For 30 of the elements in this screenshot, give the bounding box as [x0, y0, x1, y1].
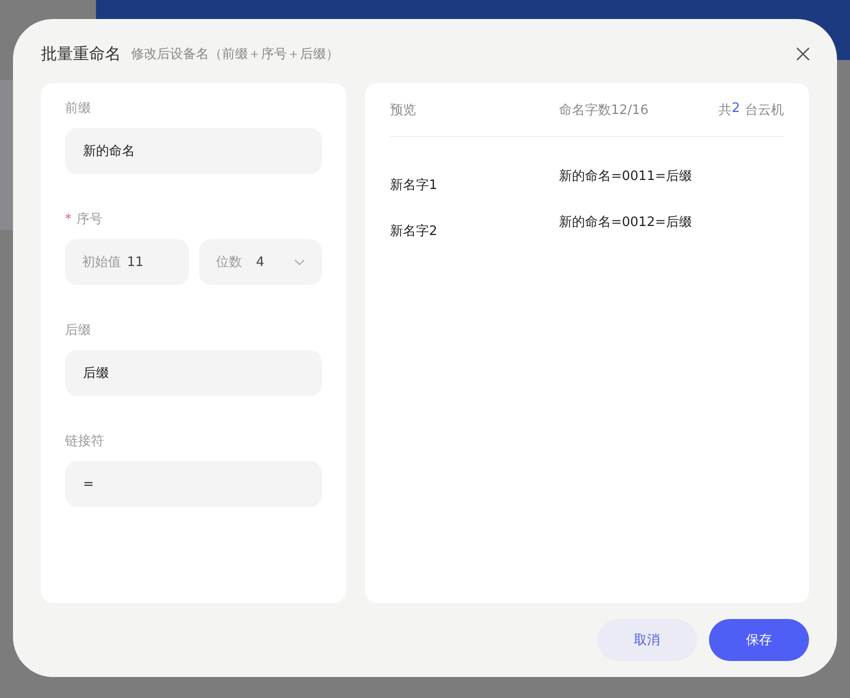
- total-label: 台云机: [745, 102, 784, 118]
- close-button[interactable]: [794, 45, 812, 63]
- digits-dropdown[interactable]: 位数 4: [199, 239, 322, 285]
- field-value: 11: [127, 254, 144, 270]
- field-label: 初始值: [82, 254, 121, 271]
- new-name: 新的命名=0011=后缀: [559, 168, 692, 185]
- preview-title: 预览: [390, 102, 417, 118]
- required-mark: *: [65, 212, 72, 227]
- field-label: 序号: [76, 212, 102, 227]
- field-value: 4: [256, 254, 264, 270]
- start-value-field[interactable]: 初始值 11: [65, 239, 189, 285]
- field-label: 前缀: [65, 100, 92, 118]
- char-count: 命名字数12/16: [559, 102, 648, 118]
- chevron-down-icon: [294, 258, 305, 266]
- new-name: 新的命名=0012=后缀: [559, 214, 692, 231]
- dialog-subtitle: 修改后设备名（前缀＋序号＋后缀）: [131, 46, 339, 63]
- total-label: 共: [718, 102, 732, 118]
- prefix-field[interactable]: 新的命名: [65, 128, 322, 174]
- suffix-field[interactable]: 后缀: [65, 350, 322, 396]
- dialog-title: 批量重命名: [41, 44, 121, 64]
- cancel-button[interactable]: 取消: [597, 619, 697, 661]
- close-icon: [796, 47, 810, 61]
- device-count: 2: [732, 100, 740, 118]
- device-name: 新名字1: [390, 177, 438, 194]
- connector-field[interactable]: =: [65, 461, 322, 507]
- field-label: 后缀: [65, 322, 92, 340]
- device-name: 新名字2: [390, 223, 438, 240]
- field-label: 链接符: [65, 433, 105, 451]
- field-label: 位数: [216, 254, 242, 271]
- save-button[interactable]: 保存: [709, 619, 809, 661]
